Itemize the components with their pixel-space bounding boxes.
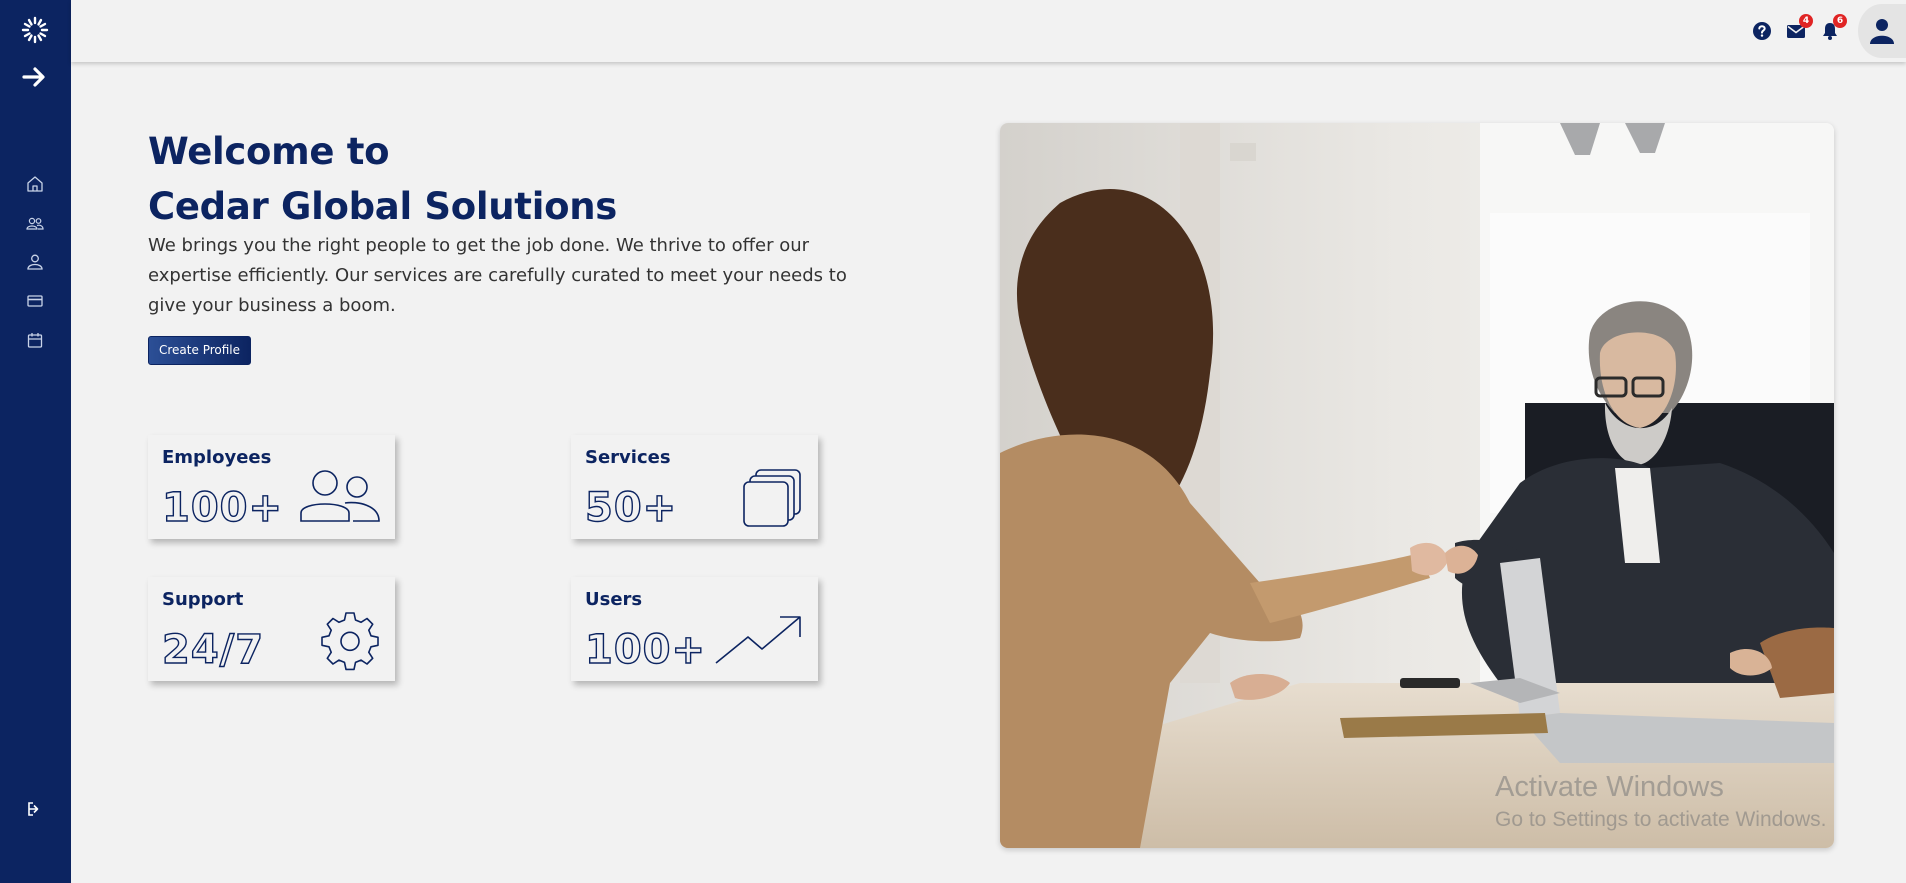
avatar[interactable] [1858,4,1906,58]
logo-icon[interactable] [20,15,50,45]
stat-value: 50+ [584,484,678,531]
logout-icon[interactable] [25,799,45,819]
create-profile-button[interactable]: Create Profile [148,336,251,365]
user-avatar-icon [1870,19,1894,44]
home-icon[interactable] [25,174,45,194]
stacked-squares-icon [743,469,801,527]
stat-value: 100+ [584,626,707,673]
title-line-2: Cedar Global Solutions [148,185,617,228]
hero-image [1000,123,1834,848]
handshake-meeting-photo [1000,123,1834,848]
stat-value: 24/7 [161,626,265,673]
user-icon[interactable] [25,252,45,272]
title-line-1: Welcome to [148,130,390,173]
hero-description: We brings you the right people to get th… [148,235,847,316]
stat-value: 100+ [161,484,284,531]
help-icon[interactable] [1751,20,1773,42]
stat-card-employees: Employees 100+ [148,435,395,539]
stat-label: Services [585,447,671,468]
gear-icon [321,612,379,671]
page-title: Welcome to Cedar Global Solutions [148,124,617,234]
watermark-subtitle: Go to Settings to activate Windows. [1495,808,1827,831]
expand-arrow-icon[interactable] [20,63,48,91]
stat-card-users: Users 100+ [571,577,818,681]
mail-badge: 4 [1799,14,1813,28]
top-navbar: 4 6 [71,0,1906,62]
users-icon[interactable] [25,214,45,234]
stat-label: Support [162,589,244,610]
stat-label: Employees [162,447,272,468]
notifications-badge: 6 [1833,14,1847,28]
watermark-title: Activate Windows [1495,771,1724,803]
windows-activation-watermark: Activate Windows Go to Settings to activ… [1495,771,1827,832]
sidebar [0,0,71,883]
calendar-icon[interactable] [25,330,45,350]
stat-label: Users [585,589,643,610]
trending-up-icon [715,616,801,664]
stat-card-support: Support 24/7 [148,577,395,681]
stat-card-services: Services 50+ [571,435,818,539]
credit-card-icon[interactable] [25,291,45,311]
users-outline-icon [300,470,380,522]
